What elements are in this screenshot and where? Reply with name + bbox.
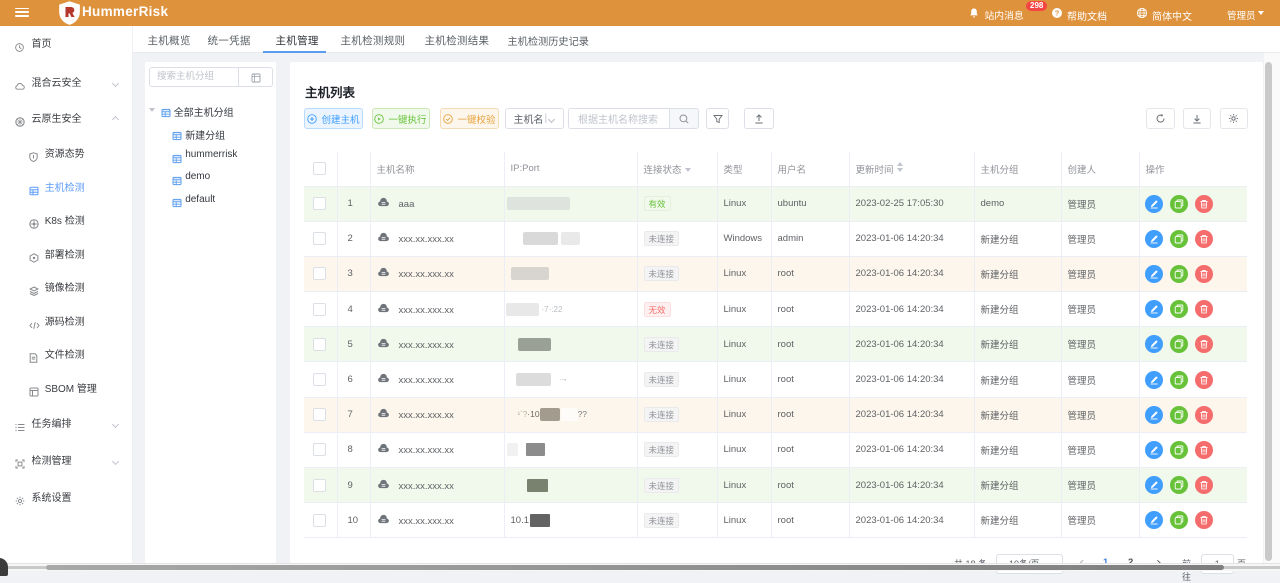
- svg-text:?: ?: [1055, 9, 1060, 18]
